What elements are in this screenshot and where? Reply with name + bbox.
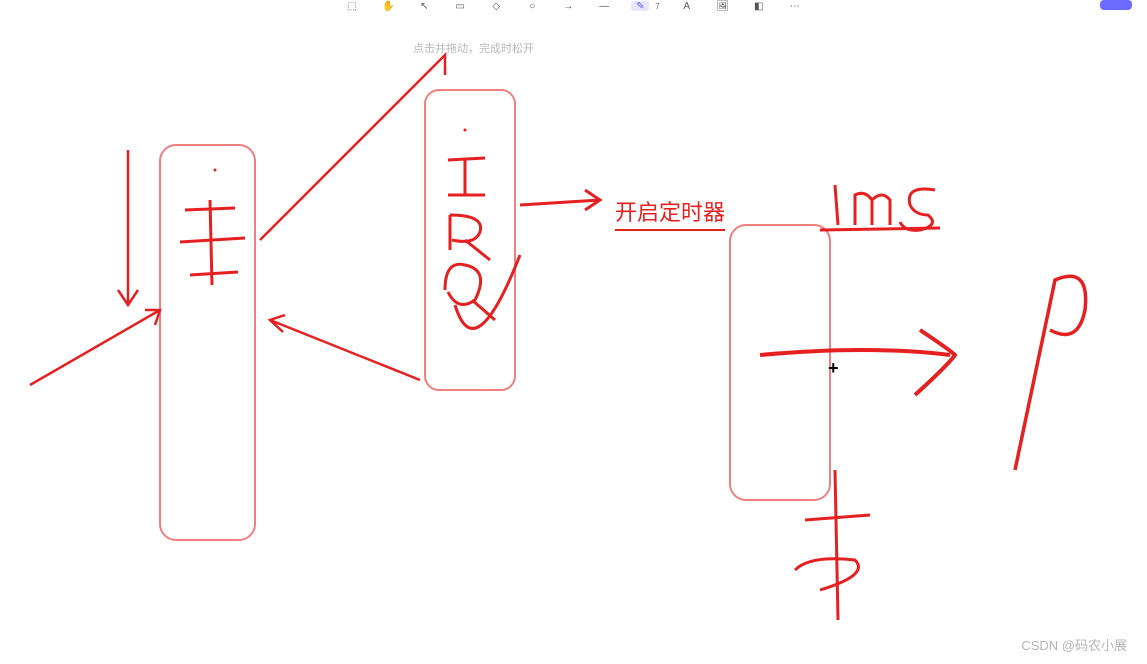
- text-tool[interactable]: A: [678, 1, 696, 11]
- handwriting-irq: [445, 129, 495, 321]
- handwriting-zhu: [180, 169, 245, 286]
- pen-tool[interactable]: ✎: [631, 1, 649, 11]
- line-tool[interactable]: —: [595, 1, 613, 11]
- rect-tool[interactable]: ▭: [451, 1, 469, 11]
- pointer-tool[interactable]: ↖: [415, 1, 433, 11]
- box-3: [730, 225, 830, 500]
- drawing-canvas[interactable]: [0, 0, 1147, 664]
- circle-tool[interactable]: ○: [523, 1, 541, 11]
- box-2: [425, 90, 515, 390]
- handwriting-ka: [795, 470, 870, 620]
- eraser-tool[interactable]: ◧: [750, 1, 768, 11]
- arrow-down: [118, 150, 138, 305]
- share-button[interactable]: [1100, 0, 1132, 10]
- handwriting-1ms: [820, 185, 940, 230]
- arrow-to-box1-lower: [30, 310, 160, 385]
- crosshair-cursor: +: [828, 358, 839, 379]
- arrow-box2-to-box1: [270, 315, 420, 380]
- pen-tool-number: 7: [655, 2, 659, 11]
- draw-hint: 点击并拖动，完成时松开: [413, 40, 534, 56]
- box-1: [160, 145, 255, 540]
- arrow-to-timer: [520, 190, 600, 210]
- hand-tool[interactable]: ✋: [379, 1, 397, 11]
- more-tool[interactable]: ⋯: [786, 1, 804, 11]
- arrow-box1-to-top: [260, 55, 445, 240]
- watermark: CSDN @码农小展: [1021, 635, 1127, 654]
- timer-label: 开启定时器: [615, 195, 725, 231]
- check-stroke: [455, 255, 520, 328]
- select-tool[interactable]: ⬚: [343, 1, 361, 11]
- arrow-from-box3: [760, 330, 955, 395]
- toolbar: ⬚ ✋ ↖ ▭ ◇ ○ → — ✎ 7 A 🖼 ◧ ⋯: [0, 0, 1147, 12]
- arrow-tool[interactable]: →: [559, 1, 577, 11]
- diamond-tool[interactable]: ◇: [487, 1, 505, 11]
- image-tool[interactable]: 🖼: [714, 1, 732, 11]
- handwriting-p: [1015, 276, 1086, 470]
